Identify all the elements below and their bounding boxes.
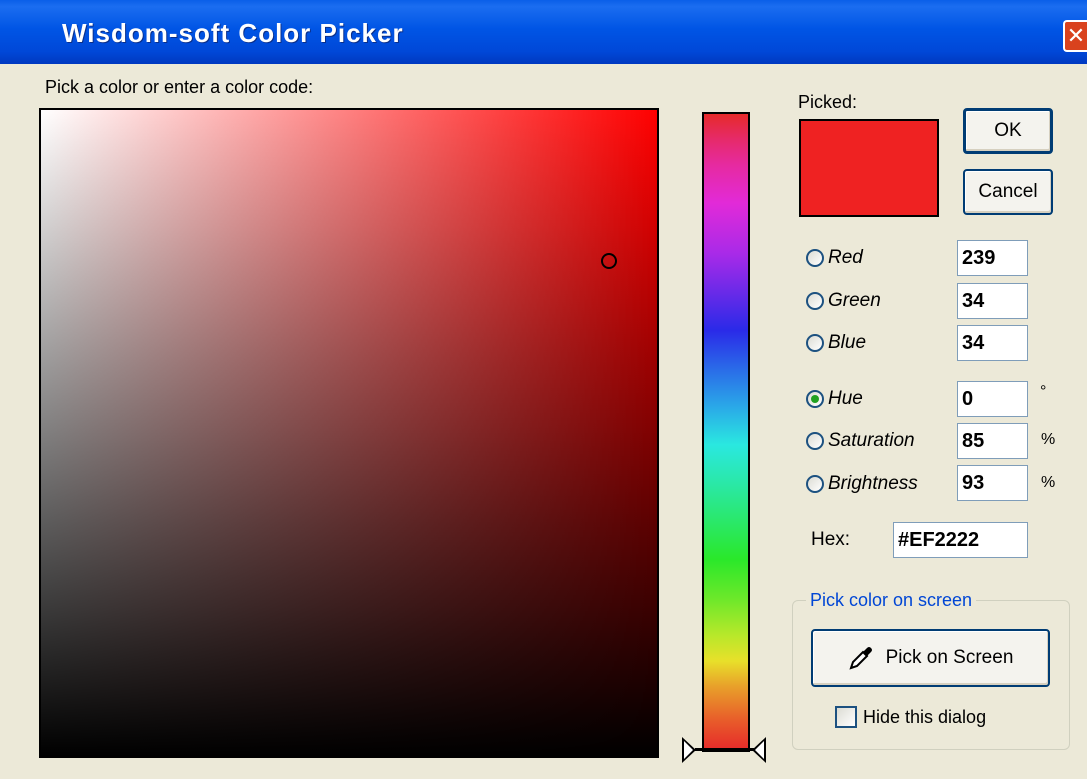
saturation-brightness-field[interactable]: [39, 108, 659, 758]
cancel-button-label: Cancel: [978, 181, 1038, 202]
ok-button-label: OK: [994, 120, 1022, 141]
radio-button-selected-icon[interactable]: [806, 390, 824, 408]
radio-brightness[interactable]: Brightness: [806, 473, 918, 495]
radio-hue[interactable]: Hue: [806, 388, 863, 410]
radio-saturation[interactable]: Saturation: [806, 430, 915, 452]
percent-unit: %: [1041, 431, 1056, 448]
hex-label: Hex:: [811, 529, 851, 550]
brightness-field[interactable]: 93: [957, 465, 1028, 501]
close-icon: ✕: [1066, 23, 1086, 48]
hide-dialog-label: Hide this dialog: [863, 706, 987, 727]
radio-button-icon[interactable]: [806, 432, 824, 450]
percent-unit: %: [1041, 474, 1056, 491]
radio-label-red: Red: [828, 247, 863, 268]
color-cursor[interactable]: [601, 253, 617, 269]
title-bar[interactable]: Wisdom-soft Color Picker ✕: [0, 0, 1087, 64]
red-field[interactable]: 239: [957, 240, 1028, 276]
radio-button-icon[interactable]: [806, 292, 824, 310]
radio-button-icon[interactable]: [806, 249, 824, 267]
picked-color-swatch: [799, 119, 939, 217]
radio-button-icon[interactable]: [806, 475, 824, 493]
hue-slider-right-arrow-icon[interactable]: [752, 737, 766, 763]
blue-field[interactable]: 34: [957, 325, 1028, 361]
window-title: Wisdom-soft Color Picker: [62, 18, 404, 48]
pick-on-screen-label: Pick on Screen: [885, 647, 1014, 668]
cancel-button[interactable]: Cancel: [963, 169, 1053, 215]
radio-red[interactable]: Red: [806, 247, 863, 269]
hue-slider[interactable]: [702, 112, 750, 752]
radio-label-hue: Hue: [828, 388, 863, 409]
green-field[interactable]: 34: [957, 283, 1028, 319]
eyedropper-icon: [848, 645, 874, 671]
degree-unit: °: [1040, 383, 1047, 400]
hue-slider-left-arrow-icon[interactable]: [682, 737, 696, 763]
pick-on-screen-group-title: Pick color on screen: [806, 590, 977, 611]
radio-blue[interactable]: Blue: [806, 332, 866, 354]
hide-dialog-checkbox[interactable]: [835, 706, 857, 728]
radio-green[interactable]: Green: [806, 290, 881, 312]
pick-on-screen-button[interactable]: Pick on Screen: [811, 629, 1050, 687]
ok-button[interactable]: OK: [963, 108, 1053, 154]
radio-label-saturation: Saturation: [828, 430, 915, 451]
saturation-field[interactable]: 85: [957, 423, 1028, 459]
radio-label-brightness: Brightness: [828, 473, 918, 494]
close-button[interactable]: ✕: [1063, 20, 1087, 52]
hue-slider-track: [695, 748, 757, 751]
radio-label-green: Green: [828, 290, 881, 311]
hex-field[interactable]: #EF2222: [893, 522, 1028, 558]
radio-label-blue: Blue: [828, 332, 867, 353]
hue-field[interactable]: 0: [957, 381, 1028, 417]
hide-dialog-option[interactable]: Hide this dialog: [835, 706, 986, 728]
picked-label: Picked:: [798, 92, 858, 112]
prompt-label: Pick a color or enter a color code:: [45, 77, 314, 97]
radio-button-icon[interactable]: [806, 334, 824, 352]
